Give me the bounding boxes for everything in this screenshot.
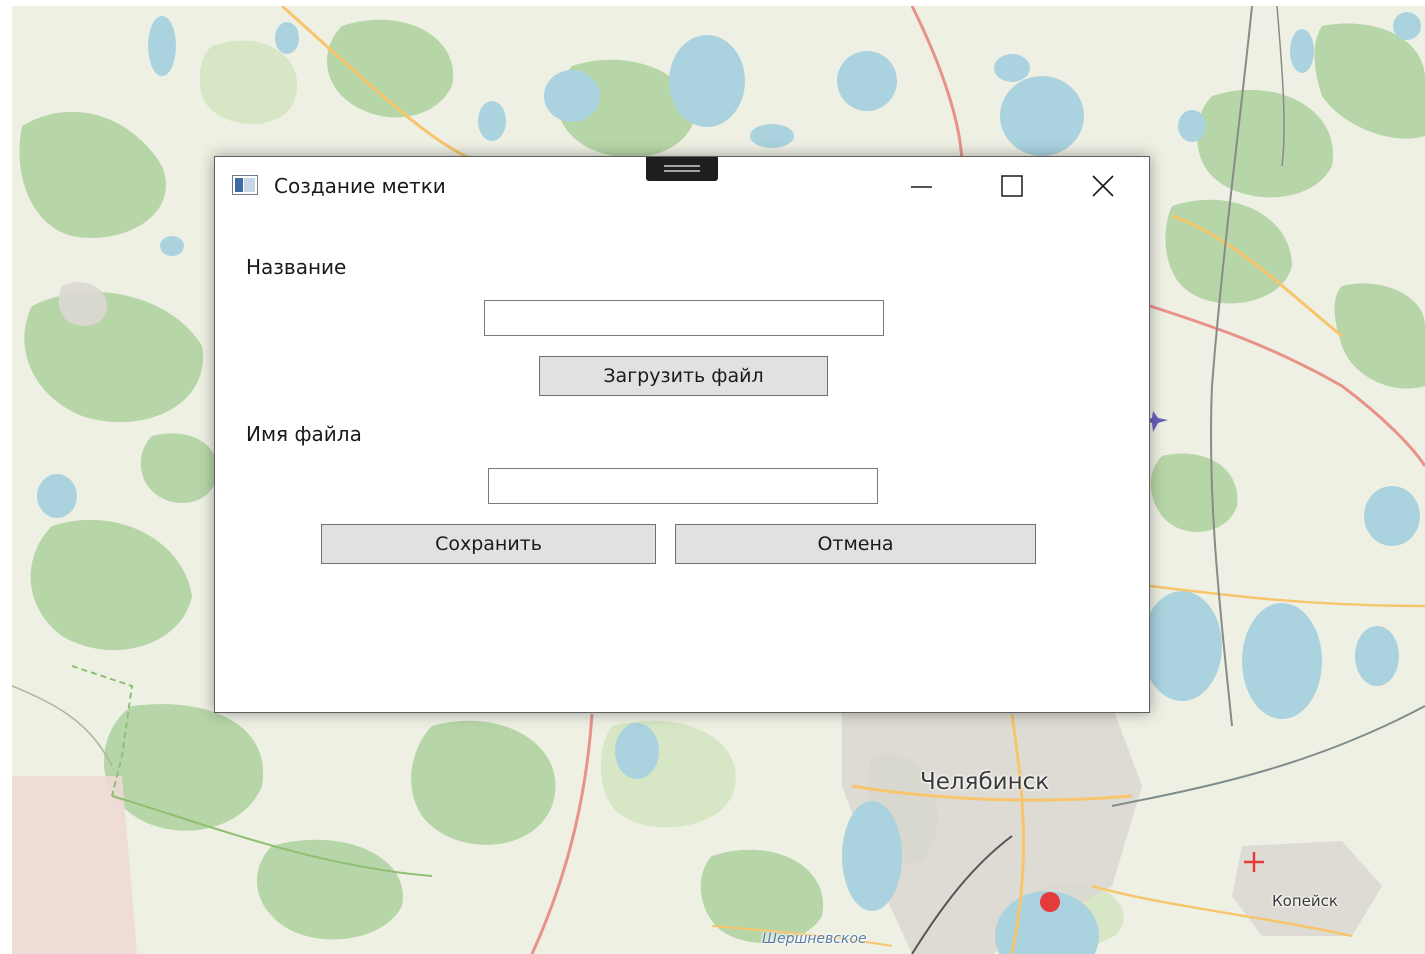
close-button[interactable]: [1079, 165, 1125, 207]
minimize-icon: [911, 186, 932, 188]
city-label-kopeysk: Копейск: [1272, 892, 1338, 910]
desktop-stage: Челябинск Копейск Шершневское Создание м…: [0, 0, 1425, 954]
upload-file-button[interactable]: Загрузить файл: [539, 356, 828, 396]
cancel-button[interactable]: Отмена: [675, 524, 1036, 564]
drag-handle[interactable]: [646, 157, 718, 181]
maximize-icon: [1001, 175, 1023, 197]
restricted-area: [12, 776, 137, 954]
grip-icon: [664, 165, 700, 172]
city-label-chelyabinsk: Челябинск: [920, 769, 1050, 795]
create-marker-dialog: Создание метки Название Загрузить файл И…: [214, 156, 1150, 713]
water-label-shershnevskoe: Шершневское: [762, 931, 867, 947]
red-dot-marker[interactable]: [1040, 892, 1060, 912]
close-icon: [1092, 175, 1114, 197]
minimize-button[interactable]: [898, 165, 944, 207]
dialog-title-bar[interactable]: Создание метки: [215, 157, 1149, 217]
name-label: Название: [246, 255, 347, 279]
filename-label: Имя файла: [246, 422, 362, 446]
maximize-button[interactable]: [988, 165, 1034, 207]
app-window-icon: [232, 175, 258, 195]
window-title: Создание метки: [274, 174, 446, 198]
filename-input[interactable]: [488, 468, 878, 504]
name-input[interactable]: [484, 300, 884, 336]
save-button[interactable]: Сохранить: [321, 524, 656, 564]
